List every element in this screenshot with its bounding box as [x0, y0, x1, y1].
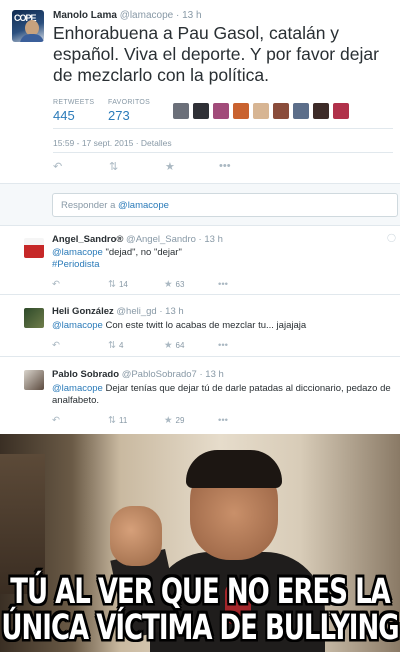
favorite-icon: ★: [164, 415, 173, 426]
favorites-count: 273: [108, 108, 130, 123]
meme-caption-line1: TÚ AL VER QUE NO ERES LA: [10, 571, 391, 613]
fist-icon: [110, 506, 162, 566]
mini-avatar[interactable]: [333, 103, 349, 119]
reply-text: @lamacope Con este twitt lo acabas de me…: [52, 320, 392, 332]
avatar[interactable]: [24, 370, 44, 390]
retweets-count: 445: [53, 108, 75, 123]
divider: [53, 128, 393, 129]
more-icon[interactable]: •••: [218, 279, 228, 290]
mini-avatar[interactable]: [313, 103, 329, 119]
reply-author-handle[interactable]: @heli_gd: [116, 306, 156, 317]
mini-avatar[interactable]: [193, 103, 209, 119]
retweet-icon: ⇅: [108, 340, 116, 351]
retweet-icon[interactable]: ⇅: [109, 160, 118, 173]
retweet-button[interactable]: ⇅ 11: [108, 415, 127, 426]
reply-time[interactable]: 13 h: [165, 306, 184, 317]
favorites-label: FAVORITOS: [108, 99, 151, 106]
reply-tweet[interactable]: Pablo Sobrado @PabloSobrado7 · 13 h @lam…: [0, 357, 400, 434]
reply-author-name[interactable]: Angel_Sandro®: [52, 234, 123, 245]
favorite-count: 63: [175, 280, 185, 289]
pin-icon: ◯: [387, 233, 396, 242]
reply-prefix: Responder a: [61, 200, 119, 211]
reply-mention: @lamacope: [118, 200, 169, 211]
favorite-button[interactable]: ★ 29: [164, 415, 184, 426]
favorite-count: 64: [175, 341, 185, 350]
avatar[interactable]: COPE: [12, 10, 44, 42]
reply-time[interactable]: 13 h: [204, 234, 223, 245]
mention-link[interactable]: @lamacope: [52, 247, 103, 258]
tweet-datetime[interactable]: 15:59 - 17 sept. 2015 · Detalles: [53, 138, 172, 148]
reply-author-handle[interactable]: @PabloSobrado7: [122, 369, 197, 380]
retweet-count: 14: [118, 280, 128, 289]
more-icon[interactable]: •••: [219, 160, 231, 172]
retweet-count: 4: [118, 341, 124, 350]
retweet-button[interactable]: ⇅ 14: [108, 279, 128, 290]
reply-text: @lamacope Dejar tenías que dejar tú de d…: [52, 383, 392, 407]
mini-avatar[interactable]: [273, 103, 289, 119]
favorites-stat[interactable]: FAVORITOS 273: [108, 99, 150, 123]
mention-link[interactable]: @lamacope: [52, 383, 103, 394]
favorite-button[interactable]: ★ 64: [164, 340, 184, 351]
retweets-stat[interactable]: RETWEETS 445: [53, 99, 94, 123]
favorite-icon: ★: [164, 340, 173, 351]
reply-author-name[interactable]: Pablo Sobrado: [52, 369, 119, 380]
retweet-icon: ⇅: [108, 279, 116, 290]
reply-header: Angel_Sandro® @Angel_Sandro · 13 h: [52, 234, 223, 245]
reply-body: "dejad", no "dejar": [102, 247, 182, 258]
reply-actions: ↶ ⇅ 4 ★ 64 •••: [52, 340, 352, 352]
reply-body: Dejar tenías que dejar tú de darle patad…: [52, 383, 391, 406]
reply-header: Heli González @heli_gd · 13 h: [52, 306, 184, 317]
mini-avatar[interactable]: [253, 103, 269, 119]
avatar-body: [20, 34, 44, 42]
main-tweet: COPE Manolo Lama @lamacope · 13 h Enhora…: [0, 0, 400, 183]
favorite-button[interactable]: ★ 63: [164, 279, 184, 290]
tweet-time[interactable]: 13 h: [182, 10, 201, 21]
retweet-button[interactable]: ⇅ 4: [108, 340, 123, 351]
favorite-icon: ★: [164, 279, 173, 290]
more-icon[interactable]: •••: [218, 340, 228, 351]
divider: [53, 152, 393, 153]
more-icon[interactable]: •••: [218, 415, 228, 426]
reply-actions: ↶ ⇅ 11 ★ 29 •••: [52, 415, 352, 427]
tweet-actions: ↶ ⇅ ★ •••: [53, 160, 393, 174]
favorited-by-avatars: [173, 103, 349, 119]
tweet-text: Enhorabuena a Pau Gasol, catalán y españ…: [53, 23, 379, 85]
retweets-label: RETWEETS: [53, 99, 95, 106]
mention-link[interactable]: @lamacope: [52, 320, 103, 331]
mini-avatar[interactable]: [173, 103, 189, 119]
mini-avatar[interactable]: [293, 103, 309, 119]
reply-body: Con este twitt lo acabas de mezclar tu..…: [102, 320, 307, 331]
mini-avatar[interactable]: [233, 103, 249, 119]
reply-input[interactable]: Responder a @lamacope: [52, 193, 398, 217]
meme-caption-line2: ÚNICA VÍCTIMA DE BULLYING: [1, 607, 399, 649]
favorite-icon[interactable]: ★: [165, 160, 175, 173]
retweet-icon: ⇅: [108, 415, 116, 426]
reply-bar: Responder a @lamacope: [0, 183, 400, 226]
retweet-count: 11: [118, 416, 128, 425]
reply-icon[interactable]: ↶: [52, 279, 60, 290]
reply-icon[interactable]: ↶: [52, 415, 60, 426]
avatar[interactable]: [24, 308, 44, 328]
reply-icon[interactable]: ↶: [52, 340, 60, 351]
author-name[interactable]: Manolo Lama: [53, 10, 117, 21]
avatar[interactable]: [24, 238, 44, 258]
hashtag-link[interactable]: #Periodista: [52, 259, 100, 270]
reply-header: Pablo Sobrado @PabloSobrado7 · 13 h: [52, 369, 224, 380]
mini-avatar[interactable]: [213, 103, 229, 119]
person-hair: [186, 450, 282, 488]
favorite-count: 29: [175, 416, 185, 425]
author-handle[interactable]: @lamacope: [120, 10, 174, 21]
reply-tweet[interactable]: Heli González @heli_gd · 13 h @lamacope …: [0, 295, 400, 357]
reply-author-name[interactable]: Heli González: [52, 306, 114, 317]
reply-time[interactable]: 13 h: [205, 369, 224, 380]
reply-author-handle[interactable]: @Angel_Sandro: [126, 234, 196, 245]
reply-text: @lamacope "dejad", no "dejar" #Periodist…: [52, 247, 392, 271]
reply-icon[interactable]: ↶: [53, 160, 62, 173]
tweet-header: Manolo Lama @lamacope · 13 h: [53, 10, 202, 21]
reply-tweet[interactable]: Angel_Sandro® @Angel_Sandro · 13 h ◯ @la…: [0, 226, 400, 295]
reply-actions: ↶ ⇅ 14 ★ 63 •••: [52, 279, 352, 291]
